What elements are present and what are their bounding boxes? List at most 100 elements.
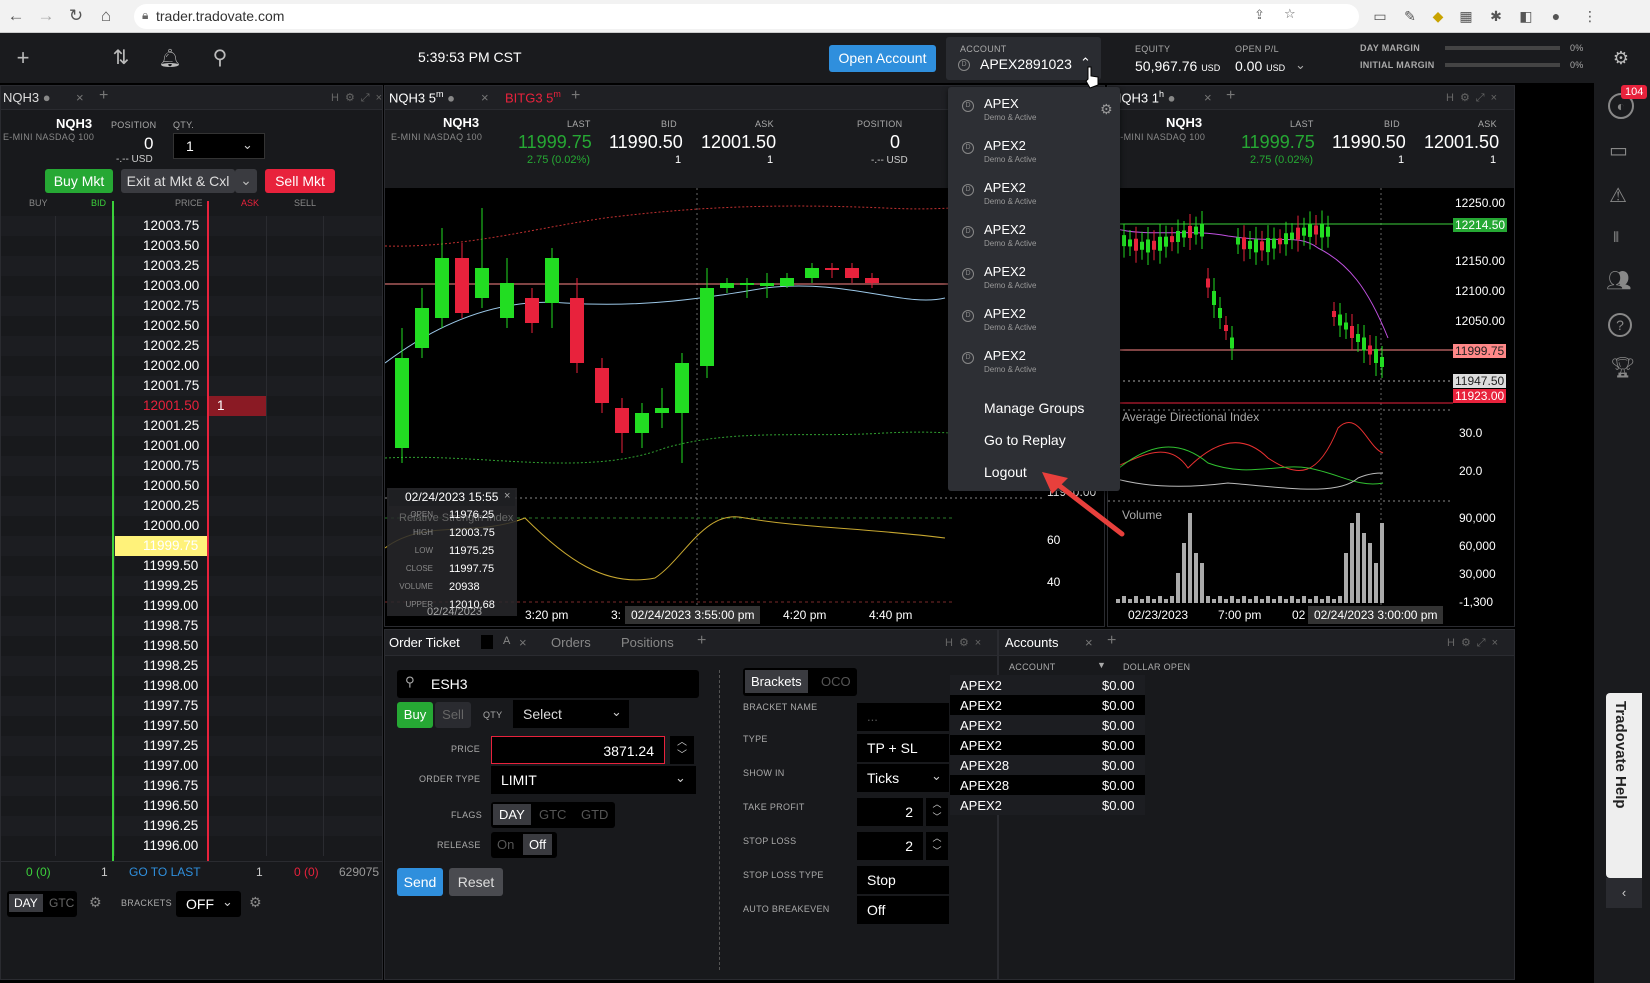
tif-day[interactable]: DAY	[9, 894, 43, 912]
tab-dom-nqh3[interactable]: NQH3 ●	[3, 90, 51, 105]
reset-button[interactable]: Reset	[449, 868, 503, 896]
close-icon[interactable]: ×	[519, 635, 527, 650]
address-bar[interactable]: 🔒︎ trader.tradovate.com ⇪ ☆	[134, 4, 1359, 29]
open-account-button[interactable]: Open Account	[829, 45, 936, 72]
close-icon[interactable]: ×	[481, 90, 489, 105]
send-button[interactable]: Send	[397, 868, 443, 896]
settings-sliders-icon[interactable]: ⚙	[1606, 43, 1636, 73]
collapse-chevron-icon[interactable]: ‹	[1606, 878, 1642, 908]
help-tab[interactable]: Tradovate Help	[1606, 693, 1642, 878]
tab-accounts[interactable]: Accounts	[1005, 635, 1058, 650]
gear-icon[interactable]: ⚙	[89, 894, 102, 911]
panel-controls-icon[interactable]: H⚙⤢×	[1446, 91, 1503, 105]
show-in-select[interactable]: Ticks ⌄	[857, 764, 949, 792]
forward-icon[interactable]: →	[36, 6, 56, 26]
account-option[interactable]: D APEX2 Demo & Active	[948, 343, 1120, 385]
extensions-puzzle-icon[interactable]: ✱	[1486, 6, 1506, 26]
search-icon[interactable]: ⚲	[205, 43, 235, 73]
add-tab-icon[interactable]: +	[1226, 87, 1235, 105]
sell-toggle[interactable]: Sell	[435, 702, 471, 728]
ladder-row[interactable]: 12000.25	[1, 496, 382, 516]
gear-icon[interactable]: ⚙	[1100, 101, 1113, 118]
ladder-row[interactable]: 12003.25	[1, 256, 382, 276]
tab-nqh3-1h[interactable]: NQH3 1h ●	[1112, 89, 1175, 105]
type-select[interactable]: TP + SL	[857, 734, 949, 762]
ladder-row[interactable]: 12002.00	[1, 356, 382, 376]
go-to-replay-item[interactable]: Go to Replay	[984, 432, 1066, 448]
tif-gtc[interactable]: GTC	[49, 896, 74, 910]
ladder-row[interactable]: 12003.75	[1, 216, 382, 236]
bookmark-star-icon[interactable]: ☆	[1284, 6, 1296, 22]
close-icon[interactable]: ×	[76, 90, 84, 105]
add-icon[interactable]: +	[8, 43, 38, 73]
add-tab-icon[interactable]: +	[571, 87, 580, 105]
panel-controls-icon[interactable]: H⚙⤢×	[331, 91, 382, 105]
ladder-row[interactable]: 12002.75	[1, 296, 382, 316]
account-option[interactable]: D APEX Demo & Active	[948, 91, 1120, 133]
flag-gtc[interactable]: GTC	[539, 807, 566, 822]
sort-down-icon[interactable]: ▼	[1097, 660, 1106, 670]
add-tab-icon[interactable]: +	[99, 87, 108, 105]
ladder-row[interactable]: 11998.25	[1, 656, 382, 676]
stop-loss-input[interactable]: 2	[857, 832, 923, 860]
account-option[interactable]: D APEX2 Demo & Active	[948, 301, 1120, 343]
sl-type-select[interactable]: Stop	[857, 866, 949, 894]
ladder-row[interactable]: 12000.00	[1, 516, 382, 536]
qty-input[interactable]: 1 ⌄	[173, 133, 265, 159]
account-option[interactable]: D APEX2 Demo & Active	[948, 217, 1120, 259]
gear-icon[interactable]: ⚙	[249, 894, 262, 911]
go-to-last-link[interactable]: GO TO LAST	[129, 865, 201, 879]
account-option[interactable]: D APEX2 Demo & Active	[948, 259, 1120, 301]
release-on[interactable]: On	[497, 837, 514, 852]
close-icon[interactable]: ×	[504, 490, 510, 502]
ladder-row[interactable]: 12003.00	[1, 276, 382, 296]
brackets-tab[interactable]: Brackets	[745, 670, 808, 693]
stop-loss-stepper[interactable]: ︿ ﹀	[926, 832, 948, 860]
tab-orders[interactable]: Orders	[551, 635, 591, 650]
account-option[interactable]: D APEX2 Demo & Active	[948, 133, 1120, 175]
auto-be-select[interactable]: Off	[857, 896, 949, 924]
bracket-name-input[interactable]: ...	[857, 703, 949, 731]
tab-positions[interactable]: Positions	[621, 635, 674, 650]
share-icon[interactable]: ⇪	[1254, 7, 1265, 23]
sort-arrows-icon[interactable]: ⇅	[106, 43, 136, 73]
extension-grid-icon[interactable]: ▦	[1456, 6, 1476, 26]
release-off[interactable]: Off	[523, 834, 553, 855]
take-profit-stepper[interactable]: ︿ ﹀	[926, 798, 948, 826]
help-icon[interactable]: ?	[1608, 313, 1632, 337]
account-row[interactable]: APEX2 $0.00	[950, 795, 1145, 815]
account-row[interactable]: APEX2 $0.00	[950, 735, 1145, 755]
ladder-row[interactable]: 11996.00	[1, 836, 382, 856]
users-icon[interactable]: 👥︎	[1606, 268, 1631, 293]
account-row[interactable]: APEX2 $0.00	[950, 675, 1145, 695]
columns-icon[interactable]: ⦀	[1613, 229, 1619, 246]
account-row[interactable]: APEX28 $0.00	[950, 775, 1145, 795]
ladder-row[interactable]: 11996.75	[1, 776, 382, 796]
ladder-row[interactable]: 11997.25	[1, 736, 382, 756]
chat-icon[interactable]: ▭	[1609, 138, 1628, 163]
flags-toggle[interactable]: DAY GTC GTD	[491, 802, 615, 828]
account-row[interactable]: APEX28 $0.00	[950, 755, 1145, 775]
ladder-row[interactable]: 12003.50	[1, 236, 382, 256]
ladder-row[interactable]: 12001.00	[1, 436, 382, 456]
flag-day[interactable]: DAY	[493, 804, 531, 825]
ladder-row[interactable]: 11999.00	[1, 596, 382, 616]
buy-toggle[interactable]: Buy	[397, 702, 433, 728]
profile-icon[interactable]: ●	[1546, 6, 1566, 26]
ladder-row[interactable]: 12002.50	[1, 316, 382, 336]
back-icon[interactable]: ←	[6, 6, 26, 26]
menu-dots-icon[interactable]: ⋮	[1580, 6, 1600, 26]
extension-pen-icon[interactable]: ✎	[1400, 6, 1420, 26]
ladder-row[interactable]: 12000.75	[1, 456, 382, 476]
ladder-row[interactable]: 12001.75	[1, 376, 382, 396]
tab-a[interactable]: A	[503, 635, 510, 647]
exit-dropdown-icon[interactable]: ⌄	[235, 169, 257, 193]
ladder-row[interactable]: 12002.25	[1, 336, 382, 356]
ladder-row[interactable]: 11998.75	[1, 616, 382, 636]
tab-bitg3-5m[interactable]: BITG3 5m	[505, 89, 561, 105]
trophy-icon[interactable]: 🏆︎	[1610, 355, 1635, 380]
ladder-row[interactable]: 12001.50 1	[1, 396, 382, 416]
chevron-down-icon[interactable]: ⌄	[1295, 57, 1306, 73]
sidepanel-icon[interactable]: ◧	[1516, 6, 1536, 26]
home-icon[interactable]: ⌂	[96, 6, 116, 26]
